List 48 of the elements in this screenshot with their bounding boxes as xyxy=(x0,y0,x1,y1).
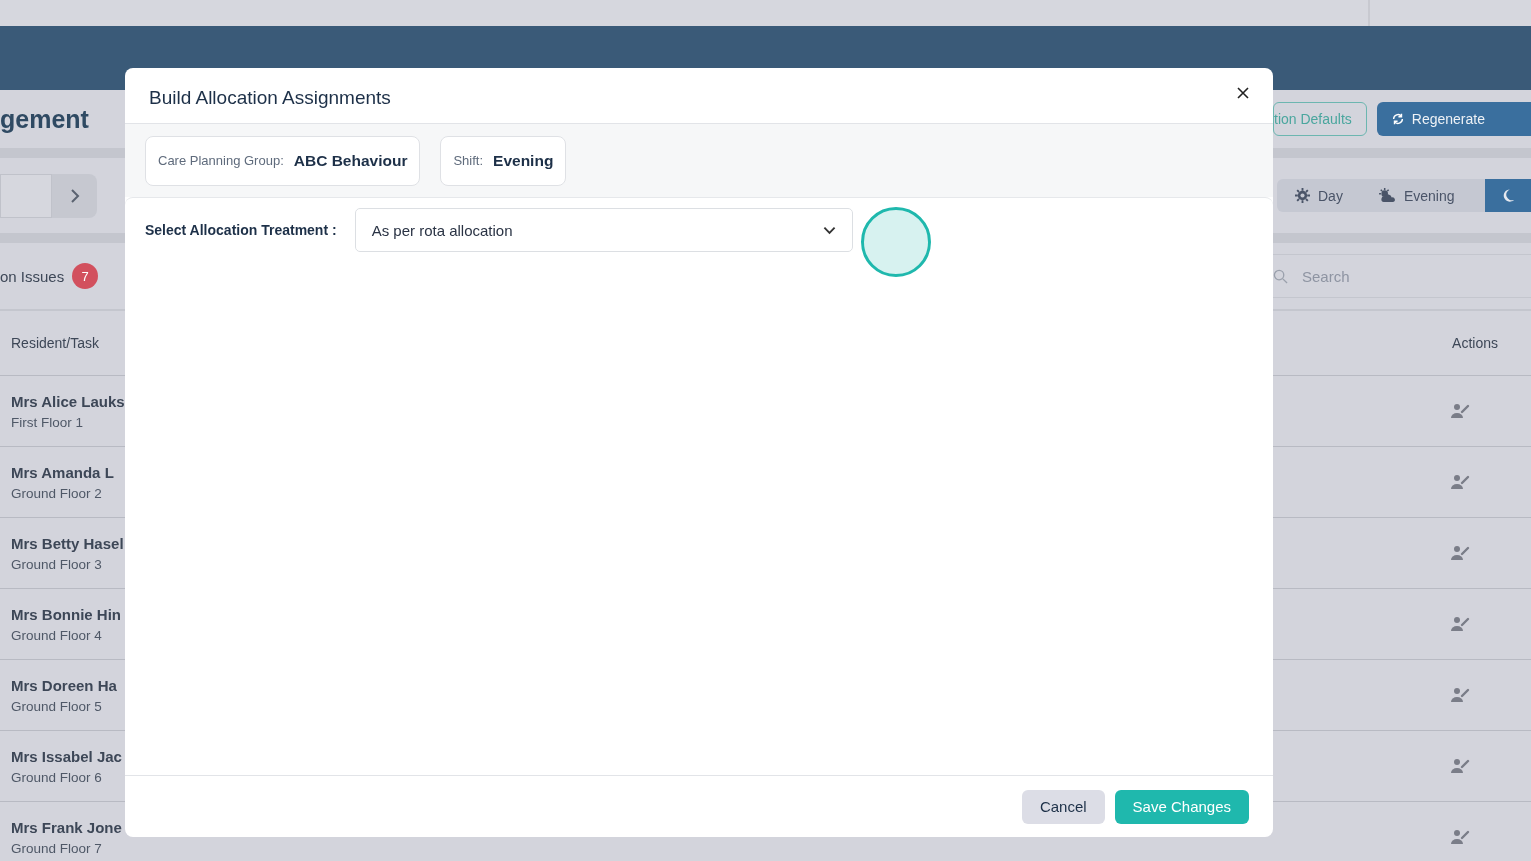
chip-value: ABC Behaviour xyxy=(293,151,408,170)
resident-location: Ground Floor 5 xyxy=(11,698,102,714)
chevron-right-icon xyxy=(69,187,80,204)
close-icon xyxy=(1237,86,1249,99)
issues-count-badge: 7 xyxy=(72,263,99,289)
issues-label: on Issues xyxy=(0,267,65,285)
sun-cloud-icon xyxy=(1378,188,1396,203)
resident-name: Mrs Frank Jone xyxy=(11,818,122,836)
person-edit-icon[interactable] xyxy=(1450,616,1470,632)
resident-location: Ground Floor 4 xyxy=(11,627,102,643)
chip-label: Care Planning Group: xyxy=(158,153,284,168)
page-title: gement xyxy=(0,104,89,134)
person-edit-icon[interactable] xyxy=(1450,403,1470,419)
modal-title: Build Allocation Assignments xyxy=(149,86,391,109)
resident-location: Ground Floor 2 xyxy=(11,485,102,501)
column-header: Actions xyxy=(1452,335,1498,351)
shift-tab[interactable] xyxy=(1485,179,1531,212)
save-button[interactable]: Save Changes xyxy=(1114,789,1249,824)
chip-value: Evening xyxy=(493,151,554,170)
resident-location: Ground Floor 3 xyxy=(11,556,102,572)
field-label: Select Allocation Treatment : xyxy=(145,222,337,238)
shift-tab[interactable]: Evening xyxy=(1360,179,1473,212)
regenerate-button[interactable]: Regenerate xyxy=(1376,102,1531,136)
search-icon xyxy=(1273,268,1288,284)
person-edit-icon[interactable] xyxy=(1450,829,1470,845)
resident-name: Mrs Issabel Jac xyxy=(11,747,122,765)
resident-location: Ground Floor 7 xyxy=(11,840,102,856)
moon-icon xyxy=(1501,188,1515,203)
chip-label: Shift: xyxy=(453,153,484,168)
resident-name: Mrs Doreen Ha xyxy=(11,676,117,694)
sun-icon xyxy=(1295,188,1310,203)
resident-name: Mrs Betty Hasel xyxy=(11,534,124,552)
shift-tab[interactable]: Day xyxy=(1277,179,1361,212)
search-field[interactable]: Search xyxy=(1300,266,1484,286)
column-header: Resident/Task xyxy=(11,335,99,351)
resident-location: Ground Floor 6 xyxy=(11,769,102,785)
treatment-select[interactable]: As per rota allocation xyxy=(354,208,853,252)
resident-name: Mrs Bonnie Hin xyxy=(11,605,121,623)
refresh-icon xyxy=(1390,112,1405,126)
cancel-button[interactable]: Cancel xyxy=(1021,789,1105,824)
person-edit-icon[interactable] xyxy=(1450,474,1470,490)
resident-name: Mrs Alice Lauks xyxy=(11,392,125,410)
resident-name: Mrs Amanda L xyxy=(11,463,114,481)
resident-location: First Floor 1 xyxy=(11,414,83,430)
chevron-down-icon xyxy=(822,225,836,235)
person-edit-icon[interactable] xyxy=(1450,758,1470,774)
person-edit-icon[interactable] xyxy=(1450,687,1470,703)
person-edit-icon[interactable] xyxy=(1450,545,1470,561)
